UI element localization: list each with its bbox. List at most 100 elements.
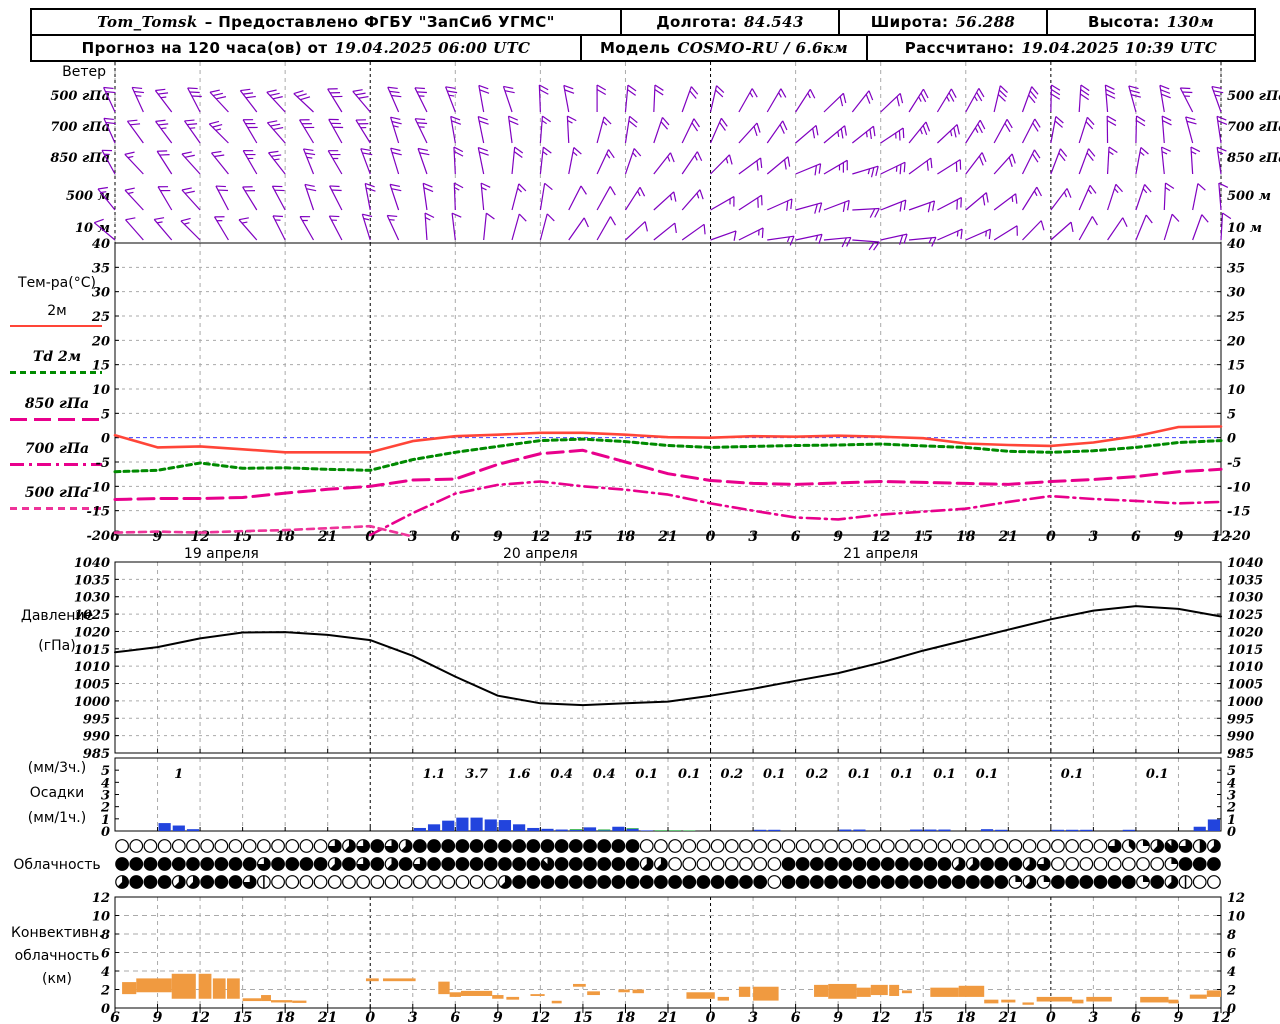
svg-text:1025: 1025 xyxy=(74,608,110,623)
svg-text:3: 3 xyxy=(748,1010,758,1024)
svg-text:21: 21 xyxy=(998,529,1018,545)
svg-text:1020: 1020 xyxy=(1227,625,1263,640)
svg-text:0: 0 xyxy=(1046,1010,1056,1024)
svg-text:700 гПа: 700 гПа xyxy=(50,120,110,135)
svg-text:21: 21 xyxy=(657,1010,677,1024)
svg-text:3: 3 xyxy=(1089,1010,1099,1024)
svg-text:995: 995 xyxy=(83,712,110,727)
svg-text:21: 21 xyxy=(998,1010,1018,1024)
svg-text:0.1: 0.1 xyxy=(1146,767,1169,782)
svg-text:12: 12 xyxy=(92,891,110,906)
svg-text:15: 15 xyxy=(1227,359,1245,374)
svg-text:6: 6 xyxy=(1131,529,1141,545)
svg-text:500 м: 500 м xyxy=(1227,189,1271,204)
svg-text:12: 12 xyxy=(871,1010,891,1024)
svg-text:18: 18 xyxy=(616,1010,636,1024)
svg-text:0.1: 0.1 xyxy=(678,767,701,782)
svg-text:1030: 1030 xyxy=(74,591,110,606)
svg-text:1035: 1035 xyxy=(1227,573,1263,588)
svg-text:1010: 1010 xyxy=(1227,660,1263,675)
svg-text:15: 15 xyxy=(913,529,932,545)
svg-text:-15: -15 xyxy=(87,505,111,520)
svg-text:0: 0 xyxy=(1046,529,1056,545)
svg-text:21: 21 xyxy=(317,1010,337,1024)
svg-text:990: 990 xyxy=(1227,730,1254,745)
svg-text:0.2: 0.2 xyxy=(720,767,743,782)
svg-text:15: 15 xyxy=(573,1010,592,1024)
svg-text:0.1: 0.1 xyxy=(976,767,999,782)
svg-text:3: 3 xyxy=(408,529,418,545)
svg-text:1000: 1000 xyxy=(74,695,110,710)
svg-text:1010: 1010 xyxy=(74,660,110,675)
svg-text:985: 985 xyxy=(1227,747,1254,762)
svg-text:9: 9 xyxy=(833,1010,843,1024)
svg-text:0: 0 xyxy=(1227,825,1236,840)
svg-text:6: 6 xyxy=(450,529,460,545)
svg-text:6: 6 xyxy=(450,1010,460,1024)
svg-text:21: 21 xyxy=(317,529,337,545)
svg-text:1000: 1000 xyxy=(1227,695,1263,710)
svg-text:8: 8 xyxy=(1227,928,1236,943)
svg-text:35: 35 xyxy=(1227,261,1245,276)
svg-text:-5: -5 xyxy=(96,456,110,471)
svg-text:5: 5 xyxy=(1227,407,1236,422)
svg-text:1035: 1035 xyxy=(74,573,110,588)
svg-text:3: 3 xyxy=(1089,529,1099,545)
svg-text:1.6: 1.6 xyxy=(508,767,531,782)
svg-text:4: 4 xyxy=(101,965,110,980)
svg-text:2: 2 xyxy=(1226,984,1236,999)
svg-text:1025: 1025 xyxy=(1227,608,1263,623)
svg-text:10 м: 10 м xyxy=(1227,221,1262,236)
svg-text:1.1: 1.1 xyxy=(423,767,446,782)
svg-text:0.1: 0.1 xyxy=(635,767,658,782)
svg-text:12: 12 xyxy=(1227,891,1245,906)
svg-text:12: 12 xyxy=(190,1010,210,1024)
svg-text:3.7: 3.7 xyxy=(465,767,488,782)
svg-text:0: 0 xyxy=(365,529,375,545)
svg-text:21 апреля: 21 апреля xyxy=(843,546,918,562)
svg-text:2: 2 xyxy=(100,984,110,999)
svg-text:6: 6 xyxy=(110,1010,120,1024)
svg-text:0.4: 0.4 xyxy=(593,767,616,782)
svg-text:10: 10 xyxy=(1227,910,1245,925)
svg-text:0: 0 xyxy=(706,529,716,545)
svg-text:0: 0 xyxy=(706,1010,716,1024)
svg-text:0: 0 xyxy=(101,1002,110,1017)
svg-text:15: 15 xyxy=(573,529,592,545)
svg-text:0.1: 0.1 xyxy=(1061,767,1084,782)
svg-text:12: 12 xyxy=(1211,529,1231,545)
svg-text:1020: 1020 xyxy=(74,625,110,640)
svg-text:10 м: 10 м xyxy=(75,221,110,236)
svg-text:15: 15 xyxy=(233,1010,252,1024)
svg-text:-10: -10 xyxy=(87,480,111,495)
svg-text:10: 10 xyxy=(1227,383,1245,398)
svg-text:9: 9 xyxy=(1174,1010,1184,1024)
svg-text:9: 9 xyxy=(493,529,503,545)
svg-text:12: 12 xyxy=(531,529,551,545)
svg-text:12: 12 xyxy=(1211,1010,1231,1024)
svg-text:700 гПа: 700 гПа xyxy=(1227,120,1280,135)
svg-text:20: 20 xyxy=(1226,334,1245,349)
svg-text:18: 18 xyxy=(956,529,976,545)
svg-text:0.2: 0.2 xyxy=(806,767,829,782)
svg-text:0: 0 xyxy=(101,432,110,447)
svg-text:-5: -5 xyxy=(1227,456,1241,471)
svg-text:30: 30 xyxy=(92,286,110,301)
svg-text:3: 3 xyxy=(408,1010,418,1024)
svg-text:1005: 1005 xyxy=(74,678,110,693)
svg-text:0.1: 0.1 xyxy=(763,767,786,782)
svg-text:985: 985 xyxy=(83,747,110,762)
svg-text:6: 6 xyxy=(1131,1010,1141,1024)
svg-text:3: 3 xyxy=(748,529,758,545)
svg-text:0: 0 xyxy=(365,1010,375,1024)
svg-text:850 гПа: 850 гПа xyxy=(50,151,110,166)
svg-text:6: 6 xyxy=(791,529,801,545)
svg-text:21: 21 xyxy=(657,529,677,545)
svg-text:20: 20 xyxy=(91,334,110,349)
svg-text:19 апреля: 19 апреля xyxy=(184,546,259,562)
precip-bars: 1 1.1 3.7 1.6 0.4 0.4 0.1 0.1 0.2 0.1 0.2 0.1 0.1 0.1… xyxy=(158,767,1220,831)
meteogram-page: { "header": { "station": "Tom_Tomsk", "p… xyxy=(0,0,1280,1024)
wind-barbs xyxy=(93,84,1232,251)
svg-text:9: 9 xyxy=(1174,529,1184,545)
svg-text:15: 15 xyxy=(92,359,110,374)
